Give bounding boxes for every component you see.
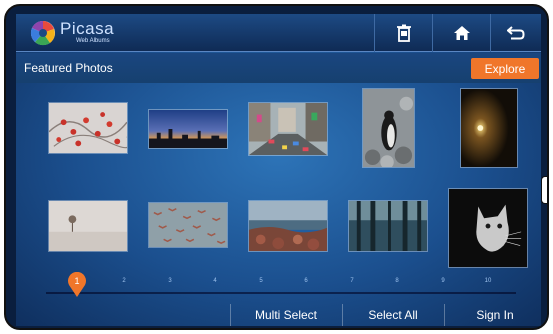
page-number[interactable]: 10 bbox=[481, 278, 495, 284]
trash-icon bbox=[396, 24, 411, 42]
back-button[interactable] bbox=[490, 14, 541, 52]
home-button[interactable] bbox=[432, 14, 490, 52]
page-number[interactable]: 8 bbox=[390, 278, 404, 284]
photo-thumbnail[interactable] bbox=[148, 109, 228, 149]
top-bar: Picasa Web Albums bbox=[16, 14, 541, 52]
device-frame: Picasa Web Albums Featured Photos Explor… bbox=[4, 4, 549, 330]
page-number[interactable]: 6 bbox=[299, 278, 313, 284]
sign-in-button[interactable]: Sign In bbox=[452, 304, 538, 326]
current-page-number: 1 bbox=[74, 276, 80, 286]
back-icon bbox=[507, 26, 525, 40]
photo-thumbnail[interactable] bbox=[48, 102, 128, 154]
photo-street bbox=[249, 103, 327, 155]
photo-thumbnail[interactable] bbox=[448, 188, 528, 268]
bottom-toolbar: Multi Select Select All Sign In bbox=[16, 304, 541, 326]
photo-berries bbox=[49, 103, 127, 153]
photo-skyline bbox=[149, 110, 227, 148]
photo-thumbnail[interactable] bbox=[248, 200, 328, 252]
photo-thumbnail[interactable] bbox=[248, 102, 328, 156]
explore-button[interactable]: Explore bbox=[471, 58, 539, 79]
page-number[interactable]: 4 bbox=[208, 278, 222, 284]
toolbar-divider bbox=[444, 304, 445, 326]
app-logo-text: Picasa bbox=[60, 19, 115, 38]
page-number[interactable]: 5 bbox=[254, 278, 268, 284]
photo-shoreline bbox=[249, 201, 327, 251]
page-number[interactable]: 7 bbox=[345, 278, 359, 284]
app-screen: Picasa Web Albums Featured Photos Explor… bbox=[16, 14, 541, 326]
page-slider[interactable] bbox=[46, 290, 516, 296]
page-title: Featured Photos bbox=[24, 61, 113, 75]
photo-lone-tree bbox=[49, 201, 127, 251]
picasa-pinwheel-icon bbox=[30, 20, 55, 46]
device-side-button bbox=[541, 176, 547, 204]
current-page-marker[interactable]: 1 bbox=[67, 271, 87, 298]
photo-thumbnail[interactable] bbox=[48, 200, 128, 252]
multi-select-button[interactable]: Multi Select bbox=[236, 304, 336, 326]
page-number[interactable]: 3 bbox=[163, 278, 177, 284]
toolbar-divider bbox=[230, 304, 231, 326]
page-number[interactable]: 2 bbox=[117, 278, 131, 284]
photo-cat bbox=[449, 189, 527, 267]
toolbar-divider bbox=[342, 304, 343, 326]
app-logo-subtext: Web Albums bbox=[76, 38, 110, 44]
photo-thumbnail[interactable] bbox=[348, 200, 428, 252]
photo-night-light bbox=[461, 89, 517, 167]
page-slider-track bbox=[46, 292, 516, 294]
select-all-button[interactable]: Select All bbox=[348, 304, 438, 326]
page-number[interactable]: 9 bbox=[436, 278, 450, 284]
photo-thumbnail[interactable] bbox=[148, 202, 228, 248]
trash-button[interactable] bbox=[374, 14, 432, 52]
photo-thumbnail[interactable] bbox=[362, 88, 415, 168]
photo-thumbnail[interactable] bbox=[460, 88, 518, 168]
home-icon bbox=[453, 26, 470, 40]
photo-penguin bbox=[363, 89, 414, 167]
photo-forest bbox=[349, 201, 427, 251]
photo-birds bbox=[149, 203, 227, 247]
section-header: Featured Photos Explore bbox=[16, 53, 541, 83]
